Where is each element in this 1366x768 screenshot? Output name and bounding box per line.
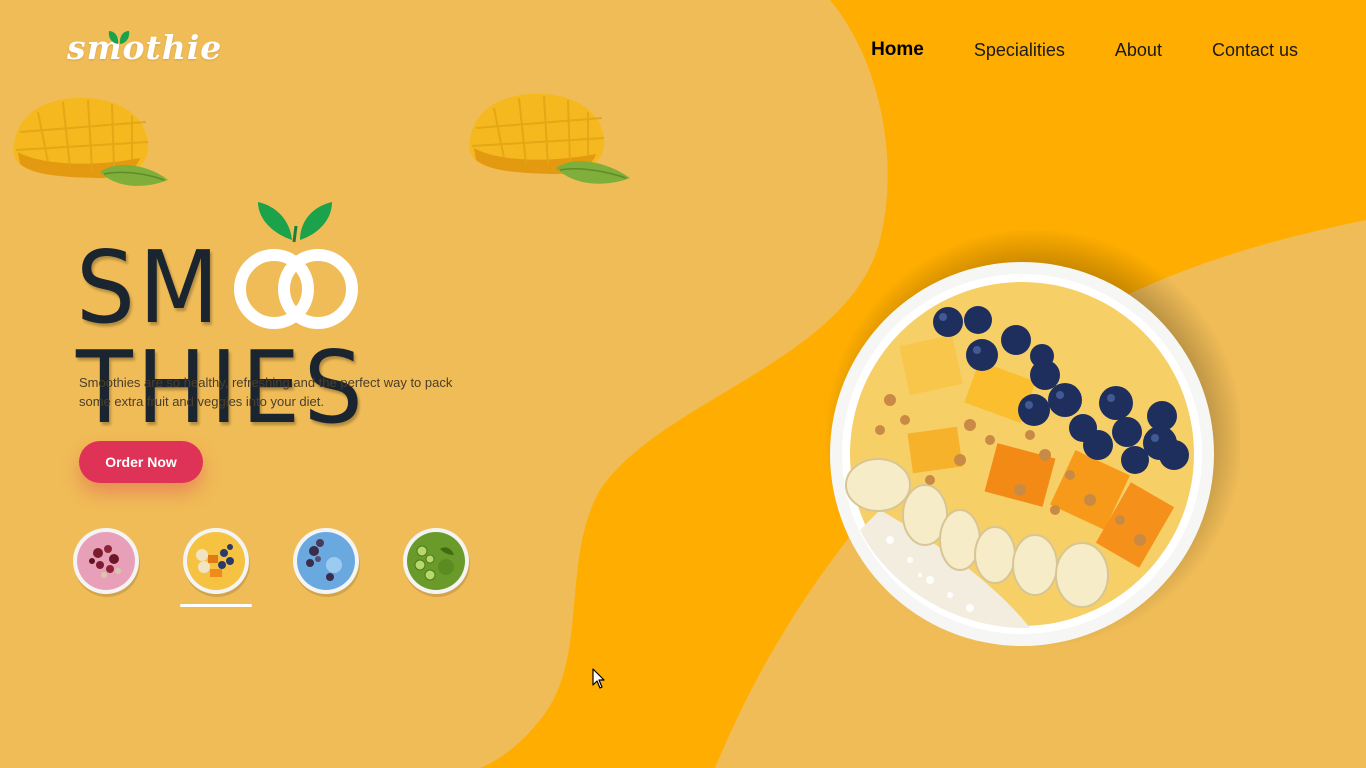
mango-cubes-decoration-right xyxy=(469,93,630,184)
logo-text: smothie xyxy=(67,28,223,67)
smoothie-bowl-image xyxy=(824,230,1240,648)
nav-about[interactable]: About xyxy=(1115,38,1162,62)
berry-smoothie-bowl-thumbnail[interactable] xyxy=(70,525,142,597)
mango-smoothie-bowl-thumbnail[interactable] xyxy=(180,525,252,597)
selected-thumbnail-indicator xyxy=(180,604,252,607)
green-smoothie-bowl-thumbnail[interactable] xyxy=(400,525,472,597)
nav-home[interactable]: Home xyxy=(871,38,924,62)
double-o-rings-icon xyxy=(234,202,358,329)
hero-tagline: Smoothies are so healthy, refreshing and… xyxy=(79,375,453,409)
nav-contact-us[interactable]: Contact us xyxy=(1212,38,1298,62)
order-now-button[interactable]: Order Now xyxy=(79,441,203,483)
mango-cubes-decoration-left xyxy=(13,97,168,186)
main-nav: Home Specialities About Contact us xyxy=(821,38,1298,62)
blue-smoothie-bowl-thumbnail[interactable] xyxy=(290,525,362,597)
logo-leaf-icon xyxy=(108,31,130,44)
brand-logo[interactable]: smothie xyxy=(67,28,222,68)
mouse-cursor-icon xyxy=(592,668,605,689)
nav-specialities[interactable]: Specialities xyxy=(974,38,1065,62)
hero-title: SMTHIES xyxy=(76,196,636,438)
